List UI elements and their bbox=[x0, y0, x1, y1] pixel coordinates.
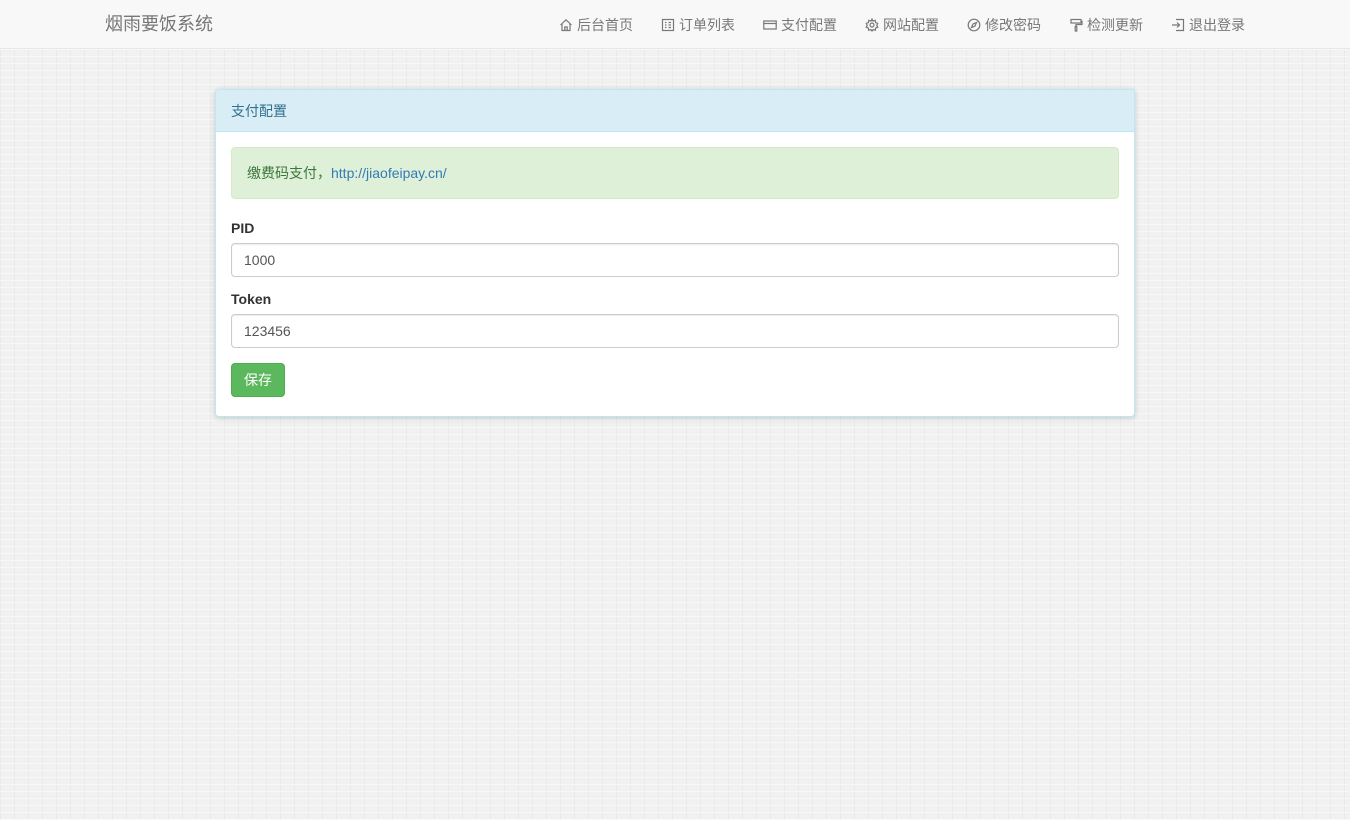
home-icon bbox=[559, 18, 573, 32]
nav-item-label: 订单列表 bbox=[679, 16, 735, 33]
token-input[interactable] bbox=[231, 314, 1119, 348]
nav-item-label: 检测更新 bbox=[1087, 16, 1143, 33]
pid-label: PID bbox=[231, 220, 255, 236]
nav-item-orders[interactable]: 订单列表 bbox=[647, 0, 749, 49]
nav-item-check-update[interactable]: 检测更新 bbox=[1055, 0, 1157, 49]
info-alert: 缴费码支付，http://jiaofeipay.cn/ bbox=[231, 147, 1119, 199]
nav-item-label: 退出登录 bbox=[1189, 16, 1245, 33]
nav-menu: 后台首页 订单列表 支付配置 网站配置 修改密码 检测更新 退出登录 bbox=[545, 0, 1260, 49]
credit-card-icon bbox=[763, 18, 777, 32]
nav-item-site-config[interactable]: 网站配置 bbox=[851, 0, 953, 49]
brand-title[interactable]: 烟雨要饭系统 bbox=[105, 0, 213, 49]
nav-item-label: 网站配置 bbox=[883, 16, 939, 33]
panel-body: 缴费码支付，http://jiaofeipay.cn/ PID Token 保存 bbox=[231, 147, 1119, 397]
pid-input[interactable] bbox=[231, 243, 1119, 277]
gear-icon bbox=[865, 17, 879, 32]
nav-item-logout[interactable]: 退出登录 bbox=[1157, 0, 1260, 49]
token-form-group: Token bbox=[231, 292, 1119, 348]
paint-roller-icon bbox=[1069, 18, 1083, 32]
panel-title: 支付配置 bbox=[216, 90, 1134, 132]
nav-item-label: 修改密码 bbox=[985, 16, 1041, 33]
nav-item-label: 支付配置 bbox=[781, 16, 837, 33]
log-out-icon bbox=[1171, 18, 1185, 32]
token-label: Token bbox=[231, 291, 272, 307]
nav-item-payment-config[interactable]: 支付配置 bbox=[749, 0, 851, 49]
nav-item-dashboard[interactable]: 后台首页 bbox=[545, 0, 647, 49]
jiaofeipay-link[interactable]: http://jiaofeipay.cn/ bbox=[331, 165, 447, 181]
list-icon bbox=[661, 18, 675, 32]
compass-icon bbox=[967, 18, 981, 32]
save-button[interactable]: 保存 bbox=[231, 363, 285, 397]
alert-text: 缴费码支付， bbox=[247, 165, 331, 181]
payment-config-panel: 支付配置 缴费码支付，http://jiaofeipay.cn/ PID Tok… bbox=[215, 89, 1135, 417]
nav-item-label: 后台首页 bbox=[577, 16, 633, 33]
nav-item-change-password[interactable]: 修改密码 bbox=[953, 0, 1055, 49]
top-navbar: 烟雨要饭系统 后台首页 订单列表 支付配置 网站配置 修改密码 检测更新 退出登… bbox=[0, 0, 1350, 49]
pid-form-group: PID bbox=[231, 221, 1119, 277]
